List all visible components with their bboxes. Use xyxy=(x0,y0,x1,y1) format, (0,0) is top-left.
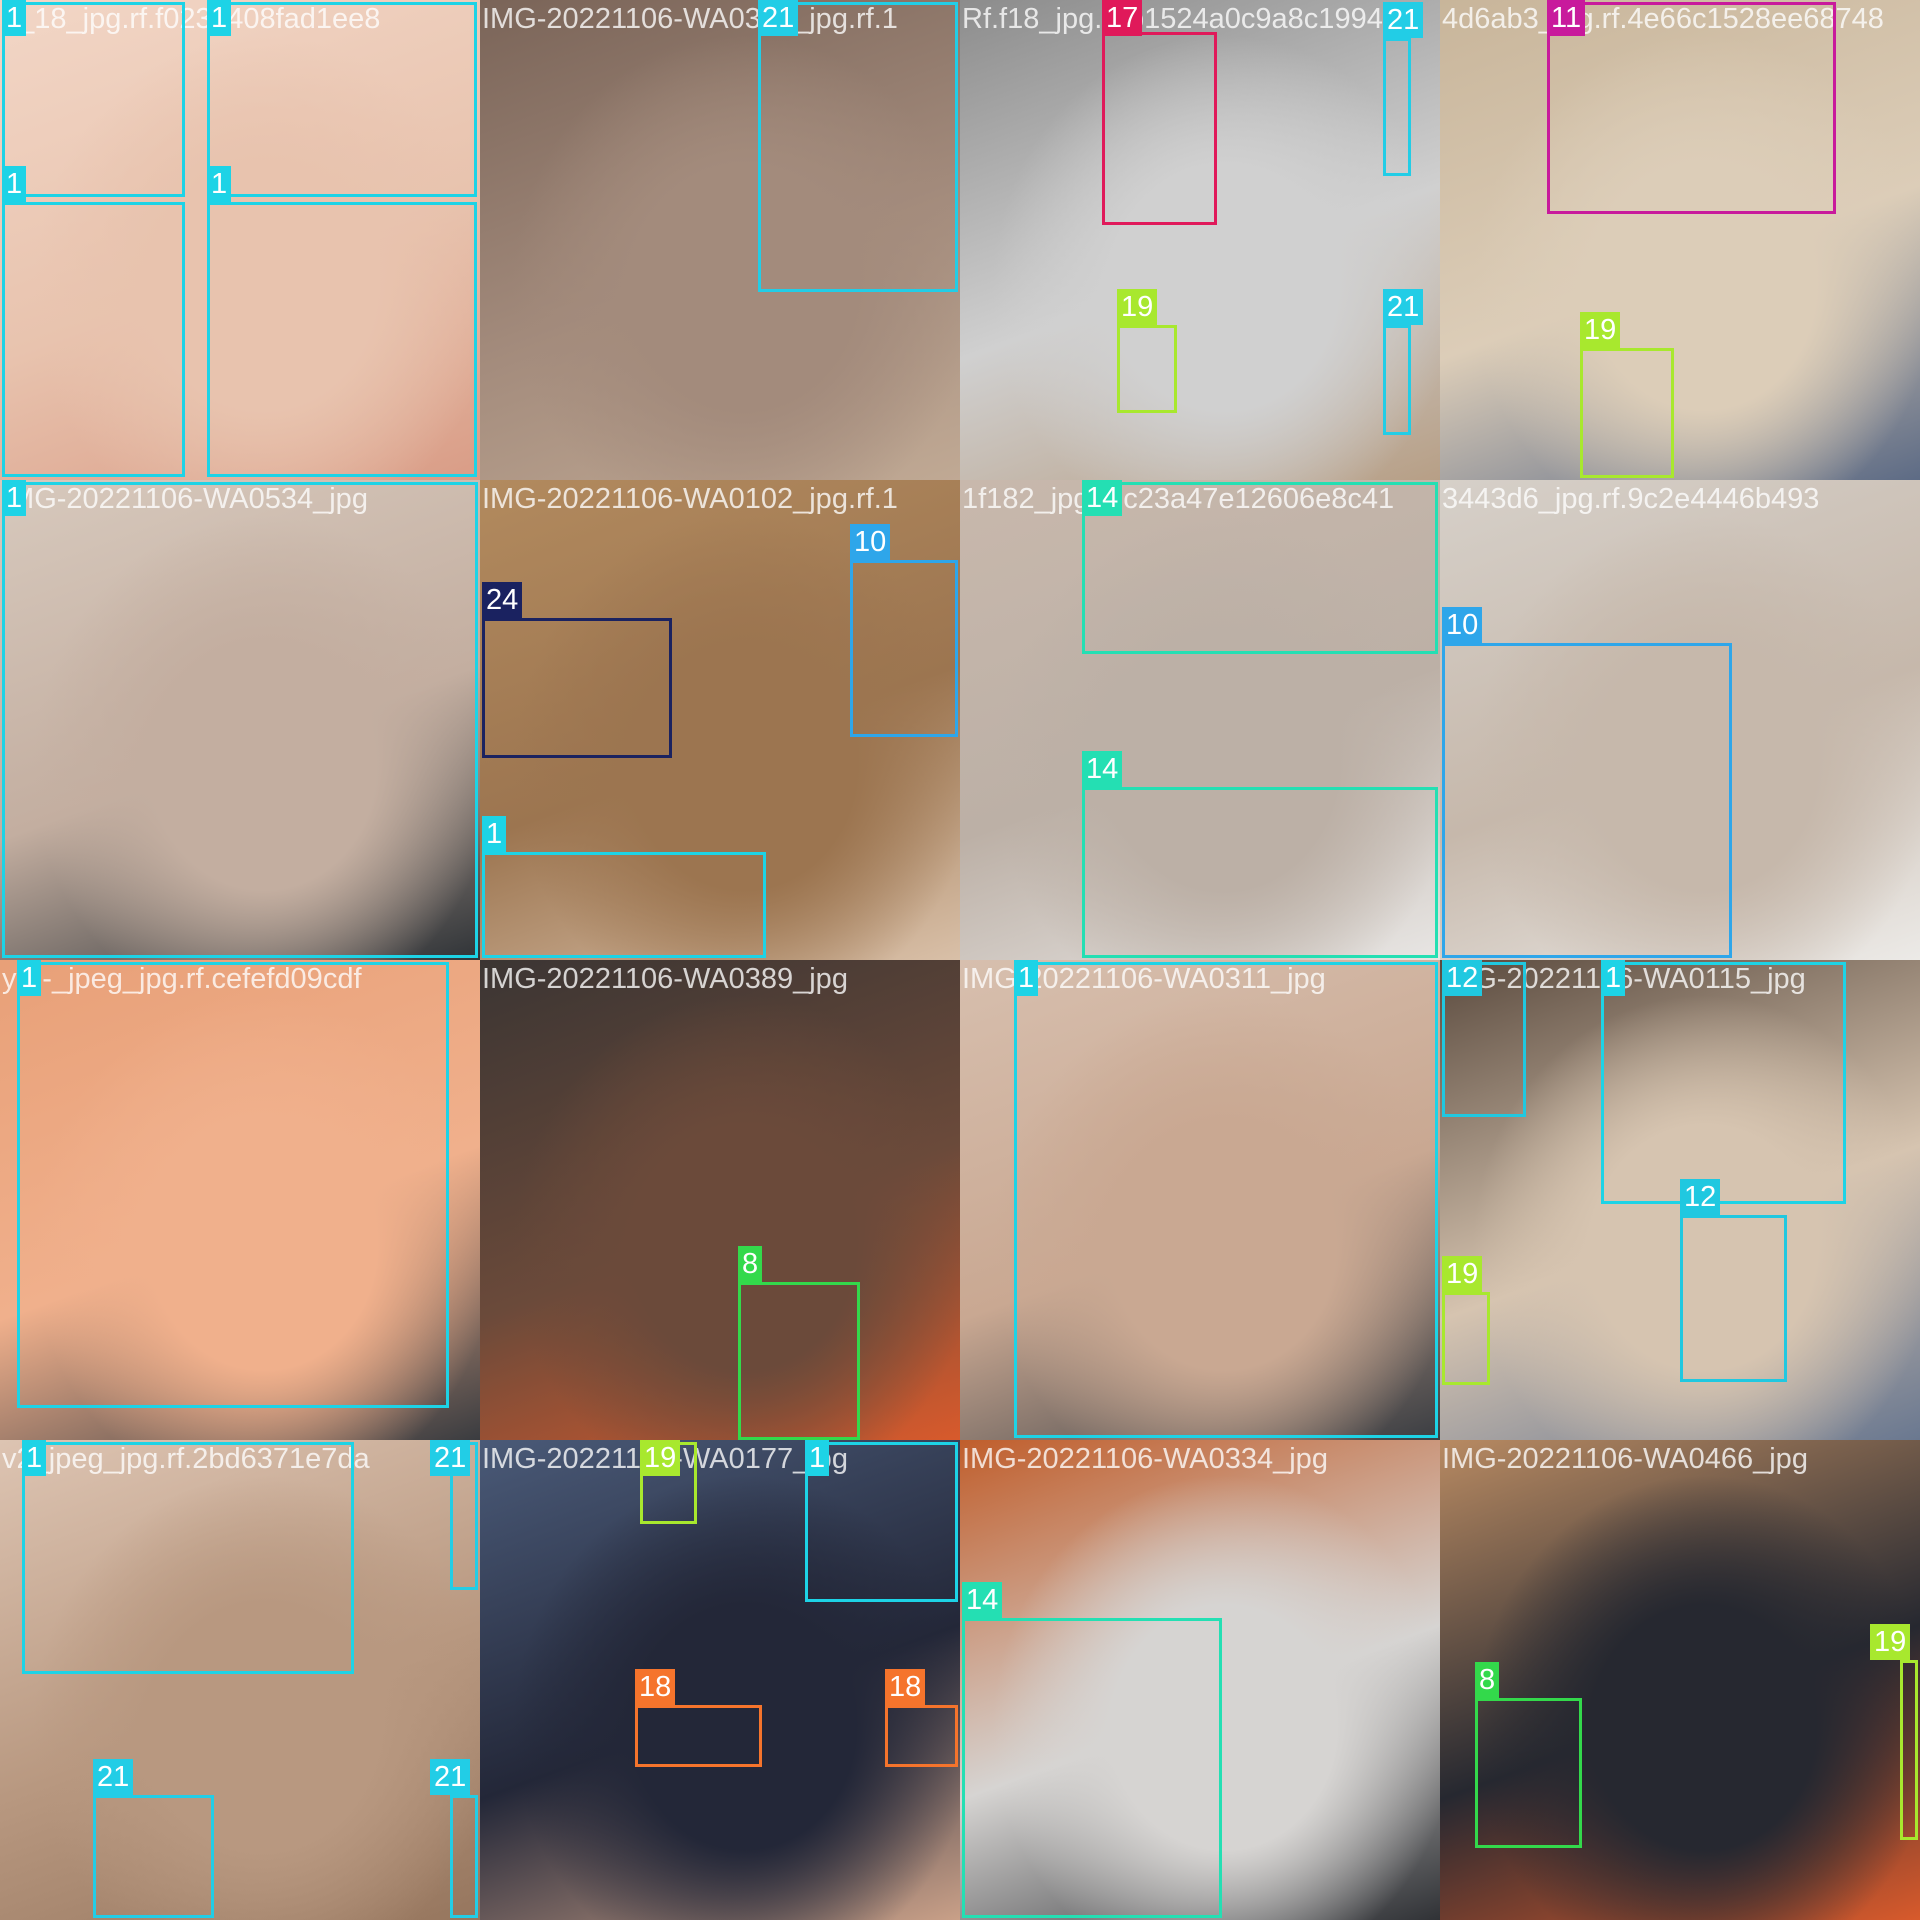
image-tile: IMG-20221106-WA0177_jpg1911818 xyxy=(480,1440,960,1920)
bounding-box xyxy=(1082,787,1438,958)
image-tile: y-3-_jpeg_jpg.rf.cefefd09cdf 1 xyxy=(0,960,480,1440)
image-tile: Rf.f18_jpg.rf.b1524a0c9a8c19946 17 21 19 21 xyxy=(960,0,1440,480)
class-label: 14 xyxy=(1082,751,1123,787)
class-label: 21 xyxy=(1383,2,1424,38)
image-tile: IMG-20221106-WA0311_jpg 1 xyxy=(960,960,1440,1440)
class-label: 12 xyxy=(1680,1179,1721,1215)
bounding-box xyxy=(93,1795,214,1918)
image-tile: IMG-20221106-WA0466_jpg 8 19 xyxy=(1440,1440,1920,1920)
class-label: 1 xyxy=(2,166,27,202)
class-label: 19 xyxy=(640,1440,681,1476)
class-label: 1 xyxy=(207,0,232,36)
bounding-box xyxy=(450,1795,478,1918)
bounding-box xyxy=(1475,1698,1582,1848)
class-label: 1 xyxy=(207,166,232,202)
bounding-box xyxy=(207,2,477,197)
image-tile: 4d6ab3_jpg.rf.4e66c1528ee68748 11 19 xyxy=(1440,0,1920,480)
bounding-box xyxy=(738,1282,860,1440)
class-label: 10 xyxy=(850,524,891,560)
tile-filename: Rf.f18_jpg.rf.b1524a0c9a8c19946 xyxy=(962,3,1399,35)
image-tile: 3443d6_jpg.rf.9c2e4446b493 10 xyxy=(1440,480,1920,960)
bounding-box xyxy=(482,852,766,958)
class-label: 10 xyxy=(1442,607,1483,643)
class-label: 1 xyxy=(2,0,27,36)
bounding-box xyxy=(1442,643,1732,958)
class-label: 14 xyxy=(962,1582,1003,1618)
tile-filename: 3443d6_jpg.rf.9c2e4446b493 xyxy=(1442,483,1820,515)
bounding-box xyxy=(1117,325,1177,413)
image-tile: IMG-20221106-WA0334_jpg 14 xyxy=(960,1440,1440,1920)
image-tile: IMG-20221106-WA0115_jpg1211219 xyxy=(1440,960,1920,1440)
class-label: 21 xyxy=(1383,289,1424,325)
class-label: 24 xyxy=(482,582,523,618)
image-tile: IMG-20221106-WA0102_jpg.rf.1 24 10 1 xyxy=(480,480,960,960)
bounding-box xyxy=(482,618,672,758)
class-label: 12 xyxy=(1442,960,1483,996)
class-label: 18 xyxy=(635,1669,676,1705)
class-label: 18 xyxy=(885,1669,926,1705)
tile-filename: IMG-20221106-WA0102_jpg.rf.1 xyxy=(482,483,898,515)
tile-filename: IMG-20221106-WA0466_jpg xyxy=(1442,1443,1808,1475)
bounding-box xyxy=(1442,1292,1490,1385)
class-label: 1 xyxy=(482,816,507,852)
class-label: 8 xyxy=(738,1246,763,1282)
class-label: 19 xyxy=(1117,289,1158,325)
image-tile: v2_jpeg_jpg.rf.2bd6371e7da 1 21 21 21 xyxy=(0,1440,480,1920)
mosaic-grid: 1_18_jpg.rf.f023ff408fad1ee8 1 1 1 1 IMG-2022… xyxy=(0,0,1920,1920)
bounding-box xyxy=(1014,962,1438,1438)
class-label: 21 xyxy=(430,1759,471,1795)
class-label: 8 xyxy=(1475,1662,1500,1698)
bounding-box xyxy=(1383,38,1411,176)
bounding-box xyxy=(1082,482,1438,654)
class-label: 21 xyxy=(758,0,799,36)
image-tile: 1f182_jpg.rf.c23a47e12606e8c41 14 14 xyxy=(960,480,1440,960)
class-label: 19 xyxy=(1442,1256,1483,1292)
bounding-box xyxy=(1680,1215,1787,1382)
bounding-box xyxy=(962,1618,1222,1918)
class-label: 19 xyxy=(1580,312,1621,348)
class-label: 14 xyxy=(1082,480,1123,516)
bounding-box xyxy=(758,2,958,292)
tile-filename: IMG-20221106-WA0389_jpg xyxy=(482,963,848,995)
class-label: 1 xyxy=(22,1440,47,1476)
bounding-box xyxy=(1900,1660,1918,1840)
bounding-box xyxy=(1547,2,1836,214)
bounding-box xyxy=(850,560,958,737)
class-label: 19 xyxy=(1870,1624,1911,1660)
class-label: 1 xyxy=(805,1440,830,1476)
tile-filename: IMG-20221106-WA0334_jpg xyxy=(962,1443,1328,1475)
bounding-box xyxy=(22,1442,354,1674)
image-tile: IMG-20221106-WA0380_jpg.rf.1 21 xyxy=(480,0,960,480)
image-tile: IMG-20221106-WA0389_jpg 8 xyxy=(480,960,960,1440)
bounding-box xyxy=(1601,962,1846,1204)
bounding-box xyxy=(635,1705,762,1767)
bounding-box xyxy=(17,962,449,1408)
class-label: 11 xyxy=(1547,0,1586,36)
class-label: 21 xyxy=(93,1759,134,1795)
class-label: 1 xyxy=(1601,960,1626,996)
bounding-box xyxy=(207,202,477,477)
class-label: 1 xyxy=(17,960,42,996)
image-tile: IMG-20221106-WA0534_jpg 1 xyxy=(0,480,480,960)
bounding-box xyxy=(1383,325,1411,435)
bounding-box xyxy=(1102,32,1217,225)
bounding-box xyxy=(885,1705,958,1767)
bounding-box xyxy=(2,202,185,477)
class-label: 21 xyxy=(430,1440,471,1476)
bounding-box xyxy=(2,2,185,197)
bounding-box xyxy=(2,482,478,958)
bounding-box xyxy=(1580,348,1674,478)
class-label: 1 xyxy=(1014,960,1039,996)
image-tile: 1_18_jpg.rf.f023ff408fad1ee8 1 1 1 1 xyxy=(0,0,480,480)
class-label: 17 xyxy=(1102,0,1143,36)
class-label: 1 xyxy=(2,480,27,516)
